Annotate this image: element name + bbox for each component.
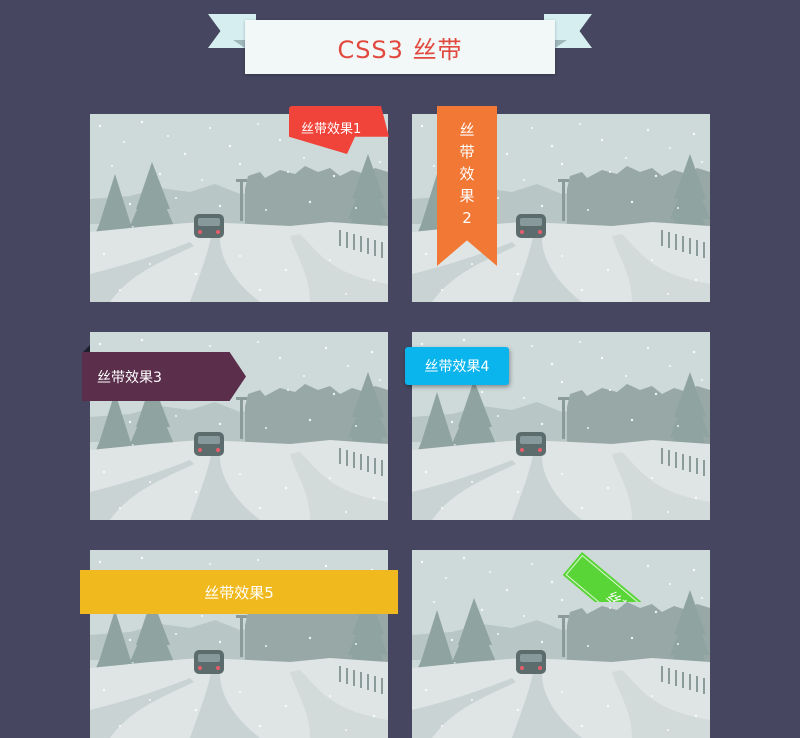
ribbon-4: 丝带效果4 (405, 347, 509, 385)
ribbon-3-fold (82, 345, 90, 353)
ribbon-6-clip: 丝带效果6 (412, 542, 718, 602)
title-banner: CSS3 丝带 (0, 0, 800, 80)
ribbon-label: 丝带效果1 (301, 122, 362, 137)
ribbon-card-6: 丝带效果6 (412, 550, 710, 738)
ribbon-card-1: 丝带效果1 (90, 106, 389, 302)
banner-right-fold (555, 40, 567, 48)
page-title: CSS3 丝带 (337, 35, 463, 64)
ribbon-label: 丝带效果5 (204, 583, 274, 602)
ribbon-3: 丝带效果3 (82, 352, 246, 401)
ribbon-card-4: 丝带效果4 (405, 332, 710, 520)
ribbon-label: 丝带效果4 (424, 359, 490, 375)
banner-body: CSS3 丝带 (245, 20, 555, 74)
ribbon-label: 丝带效果3 (97, 369, 162, 386)
banner-left-fold (233, 40, 245, 48)
ribbon-card-3: 丝带效果3 (82, 332, 388, 520)
ribbon-6: 丝带效果6 (562, 552, 705, 602)
ribbon-label: 丝 带 效 果 2 (459, 121, 475, 227)
ribbon-5: 丝带效果5 (80, 570, 398, 614)
ribbon-card-5: 丝带效果5 (80, 550, 398, 738)
ribbon-card-2: 丝 带 效 果 2 (412, 106, 710, 302)
